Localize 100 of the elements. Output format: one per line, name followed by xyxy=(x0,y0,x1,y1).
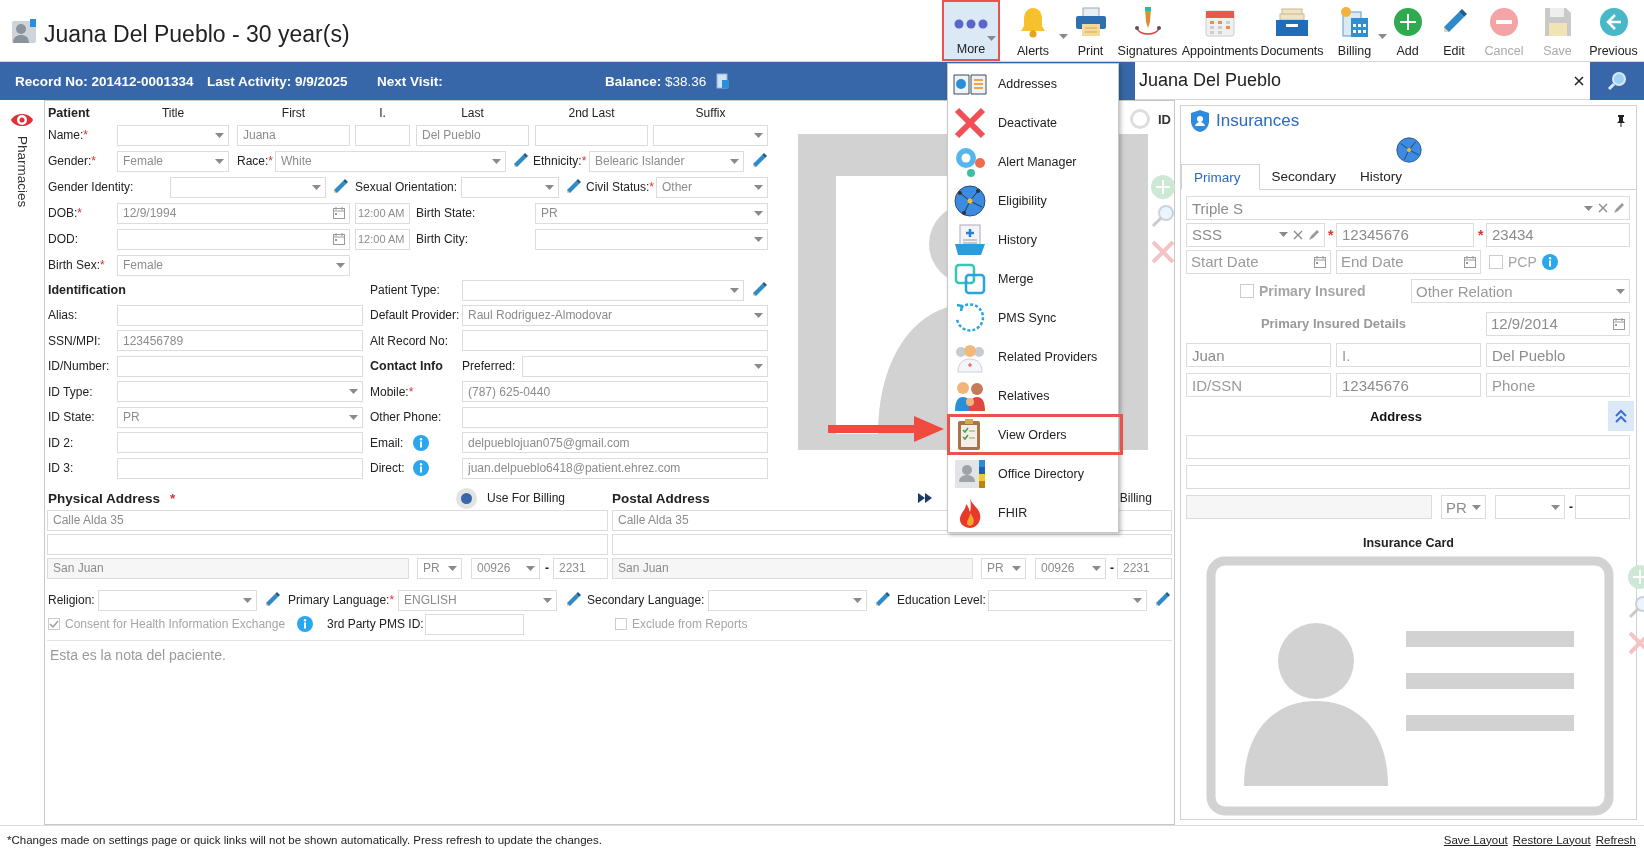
dropdown-field[interactable] xyxy=(988,589,1147,611)
menu-item[interactable]: Related Providers xyxy=(948,337,1118,376)
info-icon[interactable] xyxy=(1542,253,1558,270)
text-field[interactable]: I. xyxy=(1336,343,1481,367)
text-field[interactable]: San Juan xyxy=(612,557,973,579)
text-field[interactable]: Del Pueblo xyxy=(416,124,529,146)
dropdown-field[interactable]: SSS xyxy=(1186,222,1325,247)
tab[interactable]: History xyxy=(1348,164,1415,189)
footer-link[interactable]: Refresh xyxy=(1595,833,1636,846)
info-icon[interactable] xyxy=(413,434,429,451)
dropdown-field[interactable]: Belearic Islander xyxy=(589,150,744,172)
dropdown-field[interactable]: Raul Rodriguez-Almodovar xyxy=(462,304,768,326)
checkbox-box[interactable] xyxy=(1240,284,1254,298)
dropdown-field[interactable]: PR xyxy=(417,557,462,579)
menu-item[interactable]: PMS Sync xyxy=(948,298,1118,337)
dropdown-field[interactable]: Other Relation xyxy=(1411,279,1630,303)
side-tab[interactable]: Pharmacies xyxy=(14,136,30,208)
clear-icon[interactable] xyxy=(1293,229,1303,240)
globe-icon[interactable] xyxy=(1395,137,1422,163)
checkbox-box[interactable] xyxy=(615,618,627,630)
toolbar-button[interactable]: Alerts xyxy=(1000,0,1066,61)
menu-item[interactable]: History xyxy=(948,220,1118,259)
text-field[interactable] xyxy=(1575,495,1630,519)
time-field[interactable]: 12:00 AM xyxy=(355,202,410,224)
menu-item[interactable]: Merge xyxy=(948,259,1118,298)
calendar-icon[interactable] xyxy=(1464,255,1476,268)
close-icon[interactable] xyxy=(1574,75,1584,86)
menu-item[interactable]: Deactivate xyxy=(948,103,1118,142)
toolbar-button[interactable]: Previous xyxy=(1585,0,1642,61)
calendar-icon[interactable] xyxy=(333,207,345,219)
dropdown-field[interactable]: PR xyxy=(535,202,768,224)
text-field[interactable] xyxy=(462,406,768,428)
dropdown-field[interactable]: Female xyxy=(117,150,229,172)
dropdown-field[interactable] xyxy=(117,124,229,146)
date-field[interactable] xyxy=(117,228,350,250)
id-toggle[interactable]: ID xyxy=(1130,109,1171,129)
dropdown-field[interactable]: PR xyxy=(1441,495,1486,519)
date-field[interactable]: 12/9/1994 xyxy=(117,202,350,224)
checkbox[interactable]: Exclude from Reports xyxy=(615,617,748,631)
magnifier-icon[interactable] xyxy=(1150,203,1176,229)
text-field[interactable]: Del Pueblo xyxy=(1486,343,1630,367)
cross-icon[interactable] xyxy=(1150,239,1176,265)
text-field[interactable]: (787) 625-0440 xyxy=(462,381,768,402)
dropdown-field[interactable]: 00926 xyxy=(1035,557,1106,579)
text-field[interactable] xyxy=(117,355,363,377)
text-field[interactable] xyxy=(117,304,363,326)
menu-item[interactable]: View Orders xyxy=(948,415,1122,454)
footer-link[interactable]: Restore Layout xyxy=(1512,833,1591,846)
text-field[interactable]: ID/SSN xyxy=(1186,373,1331,397)
dropdown-field[interactable]: Female xyxy=(117,254,350,276)
checkbox[interactable]: Consent for Health Information Exchange xyxy=(48,617,286,631)
toolbar-button[interactable]: Billing xyxy=(1324,0,1385,61)
dropdown-field[interactable]: Triple S xyxy=(1186,196,1630,220)
checkbox-box[interactable] xyxy=(1489,254,1503,269)
text-field[interactable] xyxy=(462,330,768,351)
text-field[interactable]: Phone xyxy=(1486,373,1630,397)
date-field[interactable]: End Date xyxy=(1336,249,1481,274)
checkbox[interactable]: Primary Insured xyxy=(1240,283,1366,299)
dropdown-field[interactable]: White xyxy=(275,150,506,172)
checkbox[interactable]: PCP xyxy=(1489,253,1537,270)
dropdown-field[interactable]: PR xyxy=(981,557,1026,579)
dropdown-field[interactable]: ENGLISH xyxy=(398,589,557,611)
calendar-icon[interactable] xyxy=(1314,255,1326,268)
radio-button[interactable]: Use For Billing xyxy=(455,487,565,509)
dropdown-field[interactable]: 00926 xyxy=(471,557,540,579)
text-field[interactable] xyxy=(47,533,608,555)
dropdown-field[interactable] xyxy=(98,589,257,611)
footer-link[interactable]: Save Layout xyxy=(1443,833,1508,846)
menu-item[interactable]: Office Directory xyxy=(948,454,1118,493)
tab[interactable]: Primary xyxy=(1181,164,1260,190)
text-field[interactable]: 23434 xyxy=(1486,222,1630,247)
text-field[interactable]: San Juan xyxy=(47,557,409,579)
dropdown-field[interactable] xyxy=(708,589,867,611)
menu-item[interactable]: Alert Manager xyxy=(948,142,1118,181)
text-field[interactable] xyxy=(1186,495,1432,519)
calendar-icon[interactable] xyxy=(333,233,345,245)
text-field[interactable]: 12345676 xyxy=(1336,373,1481,397)
pin-icon[interactable] xyxy=(1616,115,1626,127)
menu-item[interactable]: Addresses xyxy=(948,64,1118,103)
text-field[interactable]: 12345676 xyxy=(1336,222,1474,247)
dropdown-field[interactable] xyxy=(461,176,559,198)
search-button[interactable] xyxy=(1590,62,1644,100)
date-field[interactable]: 12/9/2014 xyxy=(1486,311,1630,336)
toolbar-button[interactable]: Print xyxy=(1066,0,1115,61)
toolbar-button[interactable]: Appointments xyxy=(1180,0,1260,61)
clear-icon[interactable] xyxy=(1598,203,1608,213)
text-field[interactable] xyxy=(1186,465,1630,489)
date-field[interactable]: Start Date xyxy=(1186,249,1331,274)
dropdown-field[interactable] xyxy=(653,124,768,146)
dropdown-field[interactable]: PR xyxy=(117,406,363,428)
checkbox-box[interactable] xyxy=(48,618,60,630)
text-field[interactable]: 2231 xyxy=(1117,557,1172,579)
toolbar-button[interactable]: More xyxy=(942,0,1000,61)
text-field[interactable]: juan.delpueblo6418@patient.ehrez.com xyxy=(462,457,768,479)
text-field[interactable] xyxy=(355,124,410,146)
dropdown-field[interactable] xyxy=(117,381,363,402)
menu-item[interactable]: Relatives xyxy=(948,376,1118,415)
info-icon[interactable] xyxy=(413,460,429,476)
dropdown-field[interactable] xyxy=(462,279,744,301)
toolbar-button[interactable]: Documents xyxy=(1260,0,1324,61)
